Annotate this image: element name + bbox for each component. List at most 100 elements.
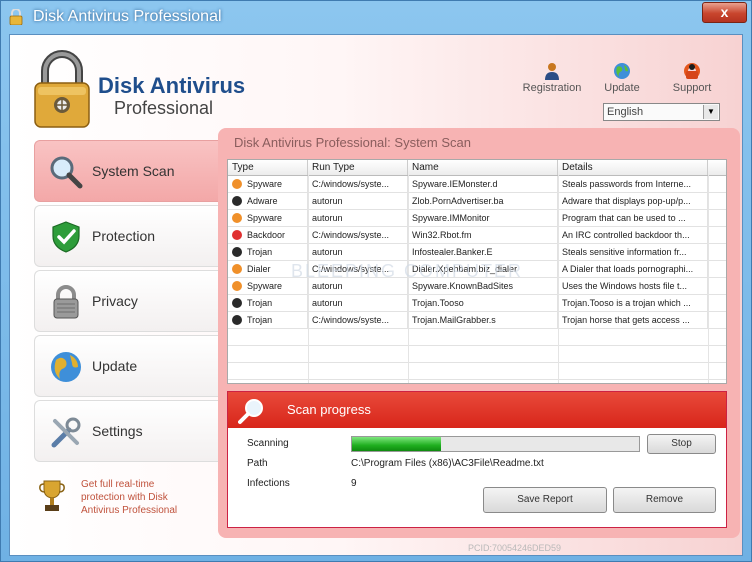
table-cell: Spyware: [228, 210, 308, 227]
nav-settings[interactable]: Settings: [34, 400, 224, 462]
language-select[interactable]: English ▼: [603, 103, 720, 121]
table-cell: autorun: [308, 210, 408, 227]
table-cell: A Dialer that loads pornographi...: [558, 261, 708, 278]
cell-type: Trojan: [247, 315, 273, 325]
column-header-run-type[interactable]: Run Type: [308, 160, 408, 175]
cell-name: Spyware.IMMonitor: [412, 213, 490, 223]
cell-name: Trojan.MailGrabber.s: [412, 315, 496, 325]
magnifier-icon: [238, 399, 263, 424]
cell-run-type: C:/windows/syste...: [312, 315, 390, 325]
nav-system-scan-label: System Scan: [92, 163, 175, 179]
cell-type: Dialer: [247, 264, 271, 274]
infections-count: 9: [351, 478, 357, 489]
table-row[interactable]: Backdoor C:/windows/syste... Win32.Rbot.fm…: [228, 227, 726, 244]
title-bar[interactable]: Disk Antivirus Professional x: [1, 1, 751, 34]
update-link[interactable]: Update: [587, 62, 657, 94]
padlock-logo-icon: [34, 50, 90, 128]
infections-label: Infections: [247, 478, 290, 489]
tools-icon: [51, 417, 81, 448]
cell-type: Trojan: [247, 247, 273, 257]
padlock-icon: [53, 285, 79, 319]
column-header-name[interactable]: Name: [408, 160, 558, 175]
cell-name: Win32.Rbot.fm: [412, 230, 472, 240]
save-report-button[interactable]: Save Report: [483, 487, 607, 513]
severity-dot-icon: [232, 298, 242, 308]
table-cell: Trojan.Tooso: [408, 295, 558, 312]
trophy-icon: [39, 480, 65, 511]
severity-dot-icon: [232, 264, 242, 274]
nav-system-scan[interactable]: System Scan: [34, 140, 224, 202]
cell-details: Uses the Windows hosts file t...: [562, 281, 688, 291]
scanning-label: Scanning: [247, 438, 289, 449]
cell-name: Zlob.PornAdvertiser.ba: [412, 196, 504, 206]
cell-name: Trojan.Tooso: [412, 298, 464, 308]
table-cell: Adware: [228, 193, 308, 210]
severity-dot-icon: [232, 179, 242, 189]
support-link[interactable]: Support: [657, 62, 727, 94]
table-cell: Spyware.IEMonster.d: [408, 176, 558, 193]
table-cell: Infostealer.Banker.E: [408, 244, 558, 261]
nav-protection-label: Protection: [92, 228, 156, 244]
globe-icon: [614, 63, 630, 79]
brand-edition: Professional: [114, 98, 214, 118]
empty-row: [228, 346, 726, 363]
nav-update[interactable]: Update: [34, 335, 224, 397]
cell-details: An IRC controlled backdoor th...: [562, 230, 690, 240]
cell-run-type: autorun: [312, 213, 343, 223]
table-cell: Zlob.PornAdvertiser.ba: [408, 193, 558, 210]
table-cell: Trojan: [228, 244, 308, 261]
user-icon: [545, 63, 559, 80]
table-row[interactable]: Spyware C:/windows/syste... Spyware.IEMons…: [228, 176, 726, 193]
table-row[interactable]: Adware autorun Zlob.PornAdvertiser.ba Adwar…: [228, 193, 726, 210]
severity-dot-icon: [232, 196, 242, 206]
cell-run-type: autorun: [312, 281, 343, 291]
scan-progress-fill: [352, 437, 441, 451]
table-row[interactable]: Trojan autorun Trojan.Tooso Trojan.Tooso is…: [228, 295, 726, 312]
table-header: Type Run Type Name Details: [228, 160, 726, 176]
table-row[interactable]: Spyware autorun Spyware.IMMonitor Program t…: [228, 210, 726, 227]
table-cell: Uses the Windows hosts file t...: [558, 278, 708, 295]
path-label: Path: [247, 458, 268, 469]
watermark: BLEEPING COMPUTER: [291, 261, 524, 281]
cell-run-type: autorun: [312, 247, 343, 257]
lifebuoy-icon: [684, 63, 700, 79]
cell-type: Trojan: [247, 298, 273, 308]
column-header-details[interactable]: Details: [558, 160, 708, 175]
cell-type: Spyware: [247, 281, 283, 291]
nav-protection[interactable]: Protection: [34, 205, 224, 267]
shield-check-icon: [52, 221, 80, 253]
chevron-down-icon[interactable]: ▼: [703, 105, 718, 119]
globe-icon: [51, 352, 81, 382]
close-button[interactable]: x: [702, 2, 747, 23]
empty-row: [228, 329, 726, 346]
table-cell: Spyware.IMMonitor: [408, 210, 558, 227]
remove-button[interactable]: Remove: [613, 487, 716, 513]
registration-link[interactable]: Registration: [517, 62, 587, 94]
panel-title: Disk Antivirus Professional: System Scan: [234, 135, 471, 150]
table-cell: An IRC controlled backdoor th...: [558, 227, 708, 244]
scan-progress-title: Scan progress: [287, 402, 371, 417]
table-row[interactable]: Trojan C:/windows/syste... Trojan.MailGrab…: [228, 312, 726, 329]
scan-progress-box: Scan progress Scanning Stop Path C:\Prog…: [227, 391, 727, 528]
column-divider: [708, 175, 709, 383]
cell-details: Adware that displays pop-up/p...: [562, 196, 691, 206]
severity-dot-icon: [232, 247, 242, 257]
scan-progress-header: Scan progress: [228, 392, 726, 428]
table-row[interactable]: Trojan autorun Infostealer.Banker.E Steals …: [228, 244, 726, 261]
stop-button[interactable]: Stop: [647, 434, 716, 454]
promo-text[interactable]: Get full real-time protection with Disk …: [81, 478, 201, 517]
table-cell: Trojan.MailGrabber.s: [408, 312, 558, 329]
cell-details: Trojan horse that gets access ...: [562, 315, 690, 325]
cell-type: Spyware: [247, 179, 283, 189]
magnifier-icon: [50, 156, 83, 189]
nav-privacy[interactable]: Privacy: [34, 270, 224, 332]
cell-name: Spyware.IEMonster.d: [412, 179, 498, 189]
column-header-type[interactable]: Type: [228, 160, 308, 175]
registration-label: Registration: [522, 82, 582, 94]
brand-name: Disk Antivirus: [98, 73, 246, 98]
empty-row: [228, 363, 726, 380]
cell-details: Trojan.Tooso is a trojan which ...: [562, 298, 691, 308]
table-cell: Backdoor: [228, 227, 308, 244]
severity-dot-icon: [232, 213, 242, 223]
cell-name: Spyware.KnownBadSites: [412, 281, 514, 291]
